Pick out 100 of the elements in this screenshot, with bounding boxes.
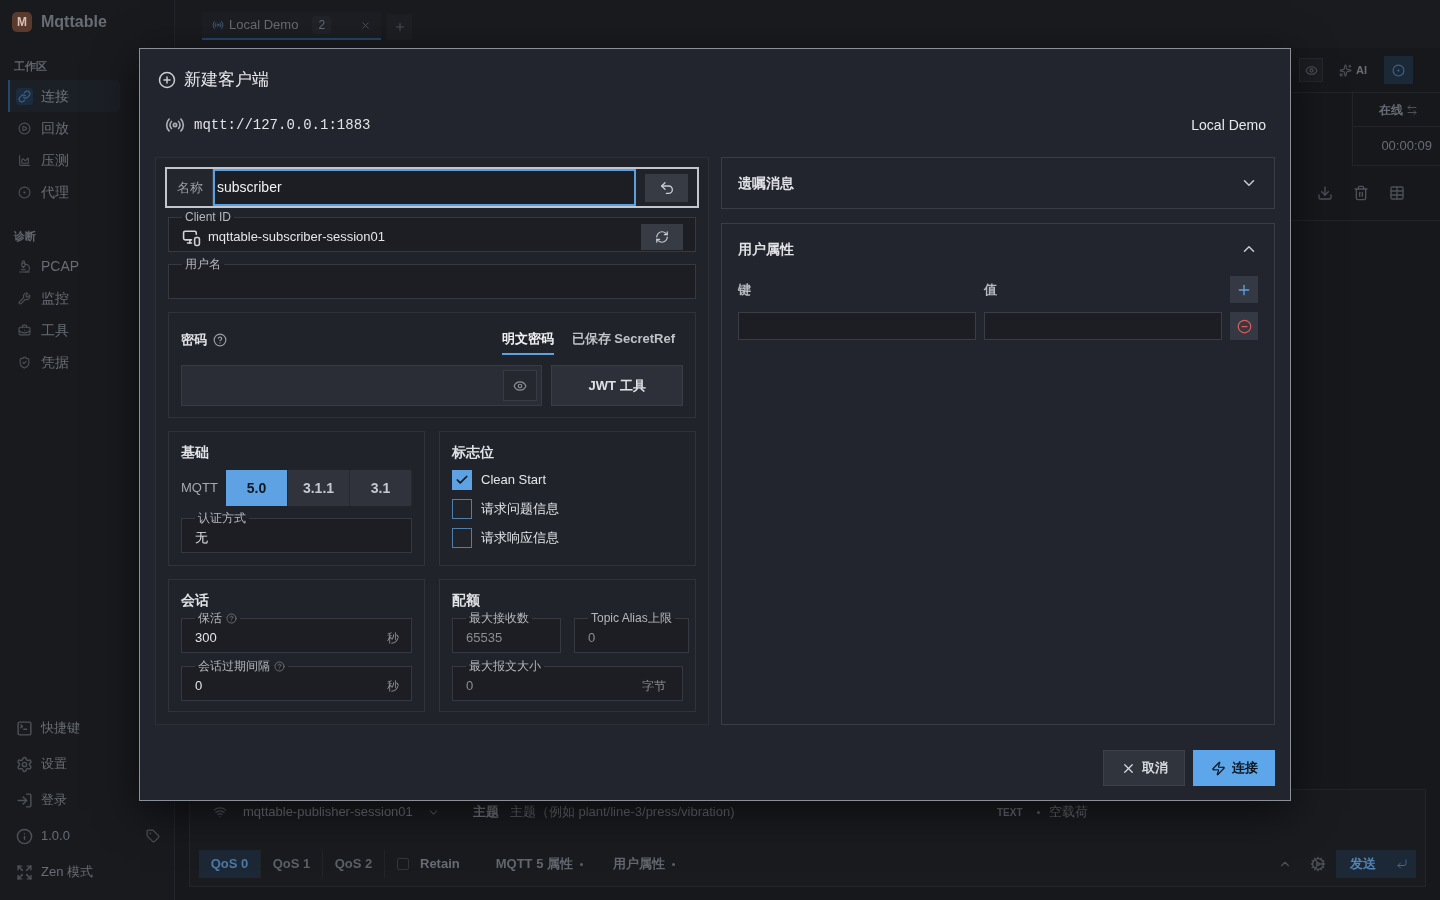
sidebar-item[interactable]: 监控 — [8, 282, 120, 314]
number-field[interactable]: 会话过期间隔 0 秒 — [181, 660, 412, 701]
cog-icon[interactable] — [1310, 856, 1326, 872]
connection-tab[interactable]: Local Demo 2 — [202, 12, 381, 40]
sidebar-item[interactable]: 1.0.0 — [8, 818, 167, 854]
accordion-header[interactable]: 用户属性 — [738, 235, 1258, 263]
add-tab-button[interactable] — [387, 14, 412, 40]
cancel-button[interactable]: 取消 — [1103, 750, 1185, 786]
undo-icon — [658, 179, 675, 196]
eye-button[interactable] — [1299, 58, 1323, 82]
expand-icon — [16, 863, 33, 881]
broker-url: mqtt://127.0.0.1:1883 — [194, 115, 371, 135]
number-field[interactable]: 最大报文大小 0 字节 — [452, 660, 683, 701]
sidebar-item[interactable]: 设置 — [8, 746, 120, 782]
client-selector[interactable]: mqttable-publisher-session01 — [243, 802, 440, 822]
device-icon — [182, 227, 201, 247]
section-title: 基础 — [181, 443, 209, 462]
signal-icon — [212, 19, 224, 31]
checkbox[interactable] — [452, 470, 472, 490]
field-label: MQTT — [181, 479, 219, 498]
version-segment[interactable]: 5.0 — [226, 470, 288, 506]
connect-button[interactable]: 连接 — [1193, 750, 1275, 786]
undo-button[interactable] — [645, 173, 688, 202]
auth-select[interactable]: 认证方式 无 — [181, 512, 412, 553]
trash-icon[interactable] — [1353, 185, 1369, 201]
ai-button[interactable]: AI — [1339, 61, 1367, 79]
qos-button[interactable]: QoS 1 — [261, 850, 323, 878]
client-id-field[interactable]: Client ID mqttable-subscriber-session01 — [168, 211, 696, 252]
number-field[interactable]: 最大接收数 65535 — [452, 612, 561, 653]
field-label: 用户名 — [185, 258, 221, 270]
target-button[interactable] — [1384, 56, 1413, 84]
field-label: 最大接收数 — [469, 612, 529, 624]
broker-name: Local Demo — [1191, 115, 1266, 135]
sidebar-item[interactable]: 压测 — [8, 144, 120, 176]
refresh-icon — [655, 230, 669, 244]
sidebar-item[interactable]: 凭据 — [8, 346, 120, 378]
sidebar-item[interactable]: 连接 — [8, 80, 120, 112]
minus-circle-icon — [1236, 318, 1252, 334]
qos-button[interactable]: QoS 0 — [199, 850, 261, 878]
name-input[interactable]: subscriber — [213, 169, 636, 206]
value-input[interactable] — [984, 312, 1222, 340]
link-icon — [16, 87, 33, 105]
circle-dot-icon — [16, 183, 33, 201]
number-field[interactable]: 保活 300 秒 — [181, 612, 412, 653]
checkbox[interactable] — [452, 528, 472, 548]
password-mode-tab[interactable]: 已保存 SecretRef — [571, 324, 675, 355]
login-icon — [16, 791, 33, 809]
app-logo: M — [12, 12, 32, 32]
show-password-button[interactable] — [503, 370, 537, 401]
checkbox[interactable] — [452, 499, 472, 519]
close-icon[interactable] — [360, 19, 371, 31]
password-mode-tab[interactable]: 明文密码 — [501, 324, 554, 355]
format-label[interactable]: TEXT — [997, 804, 1023, 820]
count-badge: 2 — [312, 16, 332, 34]
number-field[interactable]: Topic Alias上限 0 — [574, 612, 689, 653]
sidebar-item[interactable]: 快捷键 — [8, 710, 120, 746]
add-property-button[interactable] — [1230, 276, 1258, 303]
section-title: 会话 — [181, 591, 209, 610]
send-button[interactable]: 发送 — [1336, 850, 1416, 878]
sidebar-item[interactable]: 工具 — [8, 314, 120, 346]
refresh-button[interactable] — [641, 224, 683, 250]
options-menu[interactable]: 用户属性 — [613, 854, 675, 874]
field-label: 保活 — [198, 612, 222, 624]
sidebar-item[interactable]: 登录 — [8, 782, 120, 818]
signal-icon — [165, 115, 185, 135]
will-accordion[interactable]: 遗嘱消息 — [721, 157, 1275, 209]
connection-status: 在线 — [1379, 101, 1403, 119]
checkbox-label: Clean Start — [481, 471, 547, 490]
version-segment[interactable]: 3.1 — [350, 470, 412, 506]
sidebar-item[interactable]: 代理 — [8, 176, 120, 208]
column-header: 值 — [984, 280, 997, 299]
download-icon[interactable] — [1317, 185, 1333, 201]
version-segment[interactable]: 3.1.1 — [288, 470, 350, 506]
jwt-tool-button[interactable]: JWT 工具 — [551, 365, 683, 406]
qos-button[interactable]: QoS 2 — [323, 850, 385, 878]
unit-label: 秒 — [387, 630, 399, 647]
sparkles-icon — [1339, 63, 1352, 77]
retain-checkbox[interactable] — [397, 858, 409, 870]
field-label: Topic Alias上限 — [591, 612, 672, 624]
field-value: 0 — [588, 629, 596, 648]
table-icon[interactable] — [1389, 185, 1405, 201]
app-name: Mqttable — [41, 12, 107, 32]
sidebar-item[interactable]: PCAP — [8, 250, 120, 282]
password-input[interactable] — [181, 365, 542, 406]
terminal-icon — [16, 719, 33, 737]
name-field[interactable]: 名称 subscriber — [165, 167, 699, 208]
payload-input[interactable]: 空载荷 — [1048, 802, 1088, 822]
sidebar-item[interactable]: Zen 模式 — [8, 854, 120, 890]
sidebar-item[interactable]: 回放 — [8, 112, 120, 144]
remove-property-button[interactable] — [1230, 312, 1258, 340]
key-input[interactable] — [738, 312, 976, 340]
play-circle-icon — [16, 119, 33, 137]
elapsed-time: 00:00:09 — [1381, 137, 1432, 156]
microscope-icon — [16, 257, 33, 275]
username-field[interactable]: 用户名 — [168, 258, 696, 299]
column-header: 键 — [738, 280, 751, 299]
unit-label: 秒 — [387, 678, 399, 695]
options-menu[interactable]: MQTT 5 属性 — [495, 854, 583, 874]
wrench-icon — [16, 289, 33, 307]
section-title: 诊断 — [14, 229, 36, 243]
